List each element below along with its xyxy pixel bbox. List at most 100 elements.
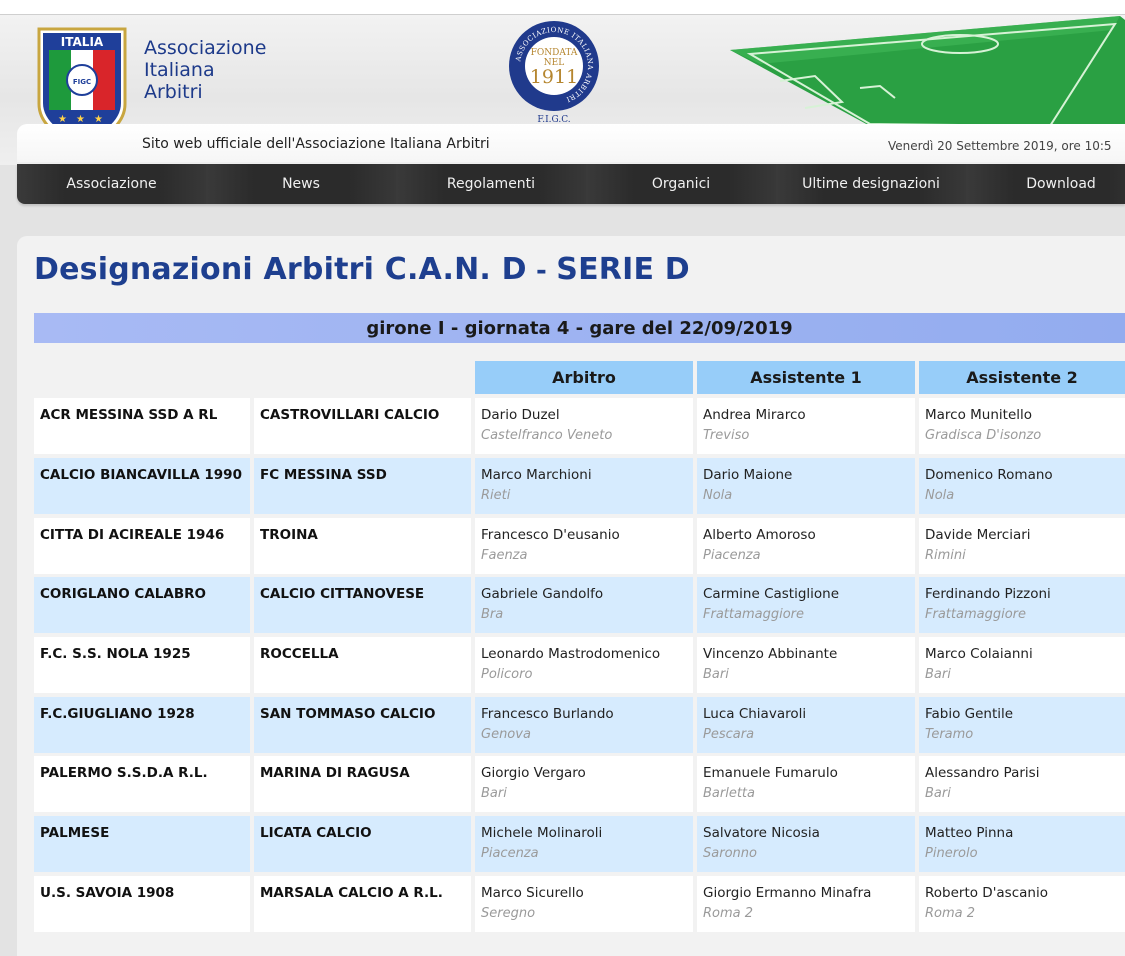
assistant-2-cell: Domenico Romano Nola — [919, 458, 1125, 514]
official-city: Bari — [925, 667, 951, 682]
column-header-referee: Arbitro — [475, 361, 693, 394]
brand-line: Associazione — [144, 37, 267, 59]
home-team-cell: F.C. S.S. NOLA 1925 — [34, 637, 250, 693]
official-name: Vincenzo Abbinante — [703, 646, 838, 662]
official-name: Giorgio Vergaro — [481, 765, 586, 781]
official-city: Teramo — [925, 727, 974, 742]
nav-ultime-designazioni[interactable]: Ultime designazioni — [776, 164, 966, 204]
away-team-cell: ROCCELLA — [254, 637, 471, 693]
nav-organici[interactable]: Organici — [586, 164, 776, 204]
svg-text:F.I.G.C.: F.I.G.C. — [537, 115, 570, 124]
official-name: Dario Duzel — [481, 407, 560, 423]
official-city: Seregno — [481, 906, 536, 921]
official-name: Emanuele Fumarulo — [703, 765, 838, 781]
assistant-1-cell: Salvatore Nicosia Saronno — [697, 816, 915, 872]
nav-news[interactable]: News — [206, 164, 396, 204]
official-name: Matteo Pinna — [925, 825, 1014, 841]
brand-line: Italiana — [144, 59, 215, 81]
brand-name[interactable]: Associazione Italiana Arbitri — [144, 37, 266, 103]
assistant-1-cell: Dario Maione Nola — [697, 458, 915, 514]
home-team-cell: CALCIO BIANCAVILLA 1990 — [34, 458, 250, 514]
home-team-cell: PALERMO S.S.D.A R.L. — [34, 756, 250, 812]
referee-cell: Leonardo Mastrodomenico Policoro — [475, 637, 693, 693]
away-team-cell: CASTROVILLARI CALCIO — [254, 398, 471, 454]
home-team-cell: CORIGLANO CALABRO — [34, 577, 250, 633]
official-city: Roma 2 — [925, 906, 976, 921]
assistant-2-cell: Fabio Gentile Teramo — [919, 697, 1125, 753]
official-city: Rimini — [925, 548, 966, 563]
nav-download[interactable]: Download — [966, 164, 1125, 204]
table-row: ACR MESSINA SSD A RL CASTROVILLARI CALCIO… — [34, 398, 1125, 454]
current-date: Venerdì 20 Settembre 2019, ore 10:5 — [888, 139, 1112, 153]
referee-cell: Marco Marchioni Rieti — [475, 458, 693, 514]
table-row: U.S. SAVOIA 1908 MARSALA CALCIO A R.L. Mar… — [34, 876, 1125, 932]
official-name: Andrea Mirarco — [703, 407, 806, 423]
official-name: Gabriele Gandolfo — [481, 586, 604, 602]
away-team-cell: MARINA DI RAGUSA — [254, 756, 471, 812]
table-row: CORIGLANO CALABRO CALCIO CITTANOVESE Gabri… — [34, 577, 1125, 633]
top-strip — [0, 0, 1125, 14]
official-city: Bari — [925, 786, 951, 801]
page-title: Designazioni Arbitri C.A.N. D - SERIE D — [34, 252, 690, 287]
official-city: Genova — [481, 727, 531, 742]
official-name: Giorgio Ermanno Minafra — [703, 885, 872, 901]
home-team-cell: PALMESE — [34, 816, 250, 872]
home-team-cell: U.S. SAVOIA 1908 — [34, 876, 250, 932]
official-city: Nola — [703, 488, 733, 503]
football-pitch-graphic — [730, 16, 1125, 126]
official-city: Piacenza — [481, 846, 539, 861]
column-header-assistant-1: Assistente 1 — [697, 361, 915, 394]
referee-cell: Giorgio Vergaro Bari — [475, 756, 693, 812]
nav-associazione[interactable]: Associazione — [17, 164, 206, 204]
home-team-cell: CITTA DI ACIREALE 1946 — [34, 518, 250, 574]
assistant-2-cell: Matteo Pinna Pinerolo — [919, 816, 1125, 872]
official-city: Roma 2 — [703, 906, 754, 921]
brand-line: Arbitri — [144, 81, 203, 103]
referee-cell: Francesco D'eusanio Faenza — [475, 518, 693, 574]
official-city: Policoro — [481, 667, 533, 682]
official-city: Frattamaggiore — [925, 607, 1026, 622]
founded-1911-seal: ASSOCIAZIONE ITALIANA ARBITRI FONDATA NE… — [509, 21, 599, 124]
official-name: Luca Chiavaroli — [703, 706, 807, 722]
assistant-1-cell: Giorgio Ermanno Minafra Roma 2 — [697, 876, 915, 932]
title-separator: - — [526, 256, 557, 286]
official-city: Faenza — [481, 548, 528, 563]
table-row: F.C. S.S. NOLA 1925 ROCCELLA Leonardo Mast… — [34, 637, 1125, 693]
assistant-1-cell: Carmine Castiglione Frattamaggiore — [697, 577, 915, 633]
away-team-cell: LICATA CALCIO — [254, 816, 471, 872]
away-team-cell: MARSALA CALCIO A R.L. — [254, 876, 471, 932]
main-nav: Associazione News Regolamenti Organici U… — [17, 164, 1125, 204]
official-city: Bari — [481, 786, 507, 801]
official-name: Dario Maione — [703, 467, 793, 483]
assistant-1-cell: Vincenzo Abbinante Bari — [697, 637, 915, 693]
official-name: Francesco D'eusanio — [481, 527, 620, 543]
official-city: Nola — [925, 488, 955, 503]
home-team-cell: ACR MESSINA SSD A RL — [34, 398, 250, 454]
table-row: CITTA DI ACIREALE 1946 TROINA Francesco D'… — [34, 518, 1125, 574]
away-team-cell: TROINA — [254, 518, 471, 574]
assistant-1-cell: Alberto Amoroso Piacenza — [697, 518, 915, 574]
official-city: Treviso — [703, 428, 750, 443]
away-team-cell: FC MESSINA SSD — [254, 458, 471, 514]
home-team-cell: F.C.GIUGLIANO 1928 — [34, 697, 250, 753]
round-header: girone I - giornata 4 - gare del 22/09/2… — [34, 313, 1125, 343]
official-city: Bra — [481, 607, 504, 622]
referee-cell: Gabriele Gandolfo Bra — [475, 577, 693, 633]
official-city: Piacenza — [703, 548, 761, 563]
official-city: Saronno — [703, 846, 757, 861]
official-name: Marco Munitello — [925, 407, 1033, 423]
official-name: Marco Colaianni — [925, 646, 1033, 662]
official-city: Frattamaggiore — [703, 607, 804, 622]
official-name: Domenico Romano — [925, 467, 1053, 483]
svg-text:FONDATA: FONDATA — [531, 48, 578, 58]
referee-cell: Dario Duzel Castelfranco Veneto — [475, 398, 693, 454]
title-main: Designazioni Arbitri C.A.N. D — [34, 252, 527, 287]
assistant-1-cell: Emanuele Fumarulo Barletta — [697, 756, 915, 812]
nav-regolamenti[interactable]: Regolamenti — [396, 164, 586, 204]
official-city: Pinerolo — [925, 846, 978, 861]
assistant-2-cell: Ferdinando Pizzoni Frattamaggiore — [919, 577, 1125, 633]
official-city: Pescara — [703, 727, 755, 742]
official-name: Leonardo Mastrodomenico — [481, 646, 661, 662]
official-name: Ferdinando Pizzoni — [925, 586, 1051, 602]
official-name: Salvatore Nicosia — [703, 825, 820, 841]
